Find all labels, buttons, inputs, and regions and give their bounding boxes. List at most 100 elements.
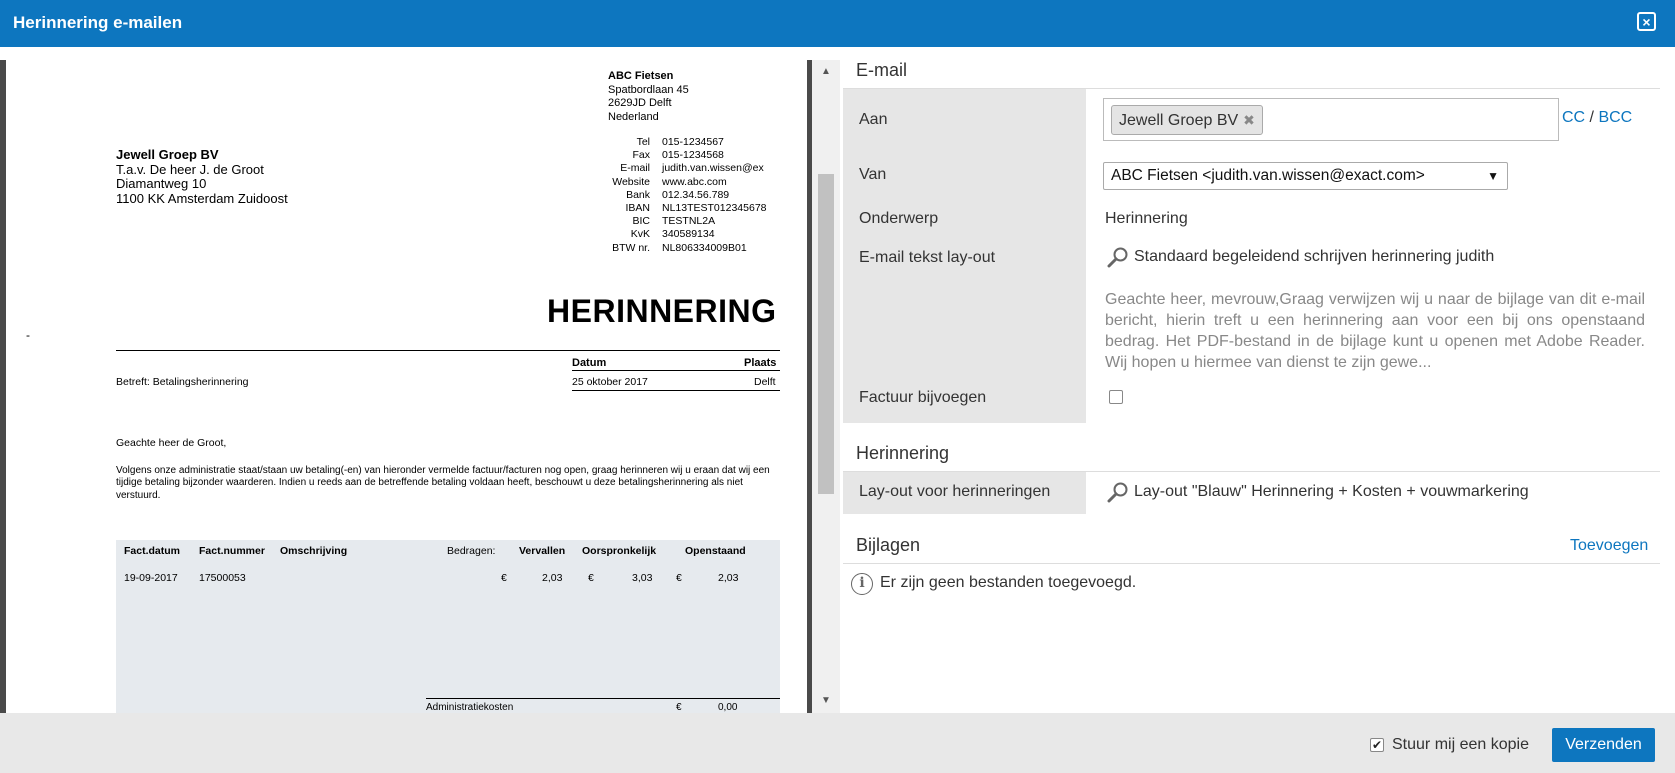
contact-value: 015-1234568 [662, 149, 724, 162]
scroll-thumb[interactable] [818, 174, 834, 494]
contact-label: Website [612, 175, 650, 188]
sender-select[interactable]: ABC Fietsen <judith.van.wissen@exact.com… [1103, 162, 1508, 190]
section-divider [843, 563, 1660, 564]
company-contact-block: Tel 015-1234567 Fax 015-1234568 E-mail judi… [596, 136, 767, 255]
salutation: Geachte heer de Groot, [116, 437, 227, 449]
send-button[interactable]: Verzenden [1552, 728, 1655, 762]
table-cell: 2,03 [542, 572, 563, 584]
contact-label: KvK [630, 228, 650, 241]
reminder-layout-label: Lay-out voor herinneringen [859, 483, 1051, 500]
contact-row: Website www.abc.com [596, 176, 767, 189]
divider [116, 350, 780, 351]
admin-costs-currency: € [676, 702, 682, 713]
recipient-attn: T.a.v. De heer J. de Groot [116, 161, 264, 177]
bcc-link[interactable]: BCC [1598, 109, 1632, 126]
divider [572, 370, 780, 371]
herinnering-section-title: Herinnering [856, 443, 950, 463]
scroll-down-icon[interactable]: ▼ [820, 695, 832, 707]
document-title: HERINNERING [547, 293, 777, 329]
letter-body: Volgens onze administratie staat/staan u… [116, 465, 770, 501]
table-cell: 19-09-2017 [124, 572, 178, 584]
company-country: Nederland [608, 110, 659, 123]
search-icon[interactable] [1107, 481, 1129, 503]
recipient-city: 1100 KK Amsterdam Zuidoost [116, 190, 288, 206]
scroll-up-icon[interactable]: ▲ [820, 66, 832, 78]
company-name: ABC Fietsen [608, 70, 674, 82]
contact-row: E-mail judith.van.wissen@ex [596, 162, 767, 175]
table-header: Bedragen: [447, 545, 496, 557]
contact-label: Tel [636, 136, 650, 148]
divider [426, 698, 780, 699]
admin-costs-value: 0,00 [718, 702, 738, 713]
recipient-street: Diamantweg 10 [116, 176, 207, 191]
send-copy-label[interactable]: Stuur mij een kopie [1392, 736, 1529, 754]
cc-link[interactable]: CC [1562, 109, 1585, 126]
attach-invoice-checkbox[interactable] [1109, 390, 1123, 404]
remove-recipient-icon[interactable]: ✖ [1243, 112, 1255, 128]
company-city: 2629JD Delft [608, 97, 672, 109]
admin-costs-label: Administratiekosten [426, 702, 514, 713]
contact-value: 015-1234567 [662, 136, 724, 148]
table-cell: € [588, 572, 594, 584]
contact-value: www.abc.com [662, 175, 727, 188]
contact-row: Bank 012.34.56.789 [596, 189, 767, 202]
table-cell: 3,03 [632, 572, 653, 584]
van-label: Van [859, 166, 887, 183]
reminder-layout-link[interactable]: Lay-out "Blauw" Herinnering + Kosten + v… [1134, 483, 1529, 501]
contact-label: BTW nr. [612, 241, 650, 254]
contact-row: IBAN NL13TEST012345678 [596, 202, 767, 215]
table-header: Vervallen [519, 545, 566, 557]
document-page: ABC Fietsen Spatbordlaan 45 2629JD Delft… [6, 60, 807, 713]
recipient-address: Jewell Groep BV T.a.v. De heer J. de Gro… [116, 147, 288, 206]
datum-value: 25 oktober 2017 [572, 376, 648, 388]
contact-label: BIC [632, 215, 650, 228]
contact-row: BIC TESTNL2A [596, 215, 767, 228]
email-text-preview: Geachte heer, mevrouw,Graag verwijzen wi… [1105, 291, 1645, 371]
contact-value: 012.34.56.789 [662, 188, 730, 201]
table-cell: 2,03 [718, 572, 739, 584]
dropdown-arrow-icon: ▼ [1487, 169, 1499, 183]
add-attachment-link[interactable]: Toevoegen [1570, 537, 1648, 555]
subject-value: Herinnering [1105, 210, 1188, 227]
table-header: Oorspronkelijk [582, 545, 657, 557]
email-section-title: E-mail [856, 60, 908, 80]
recipient-chip-label: Jewell Groep BV [1119, 112, 1239, 129]
contact-value: TESTNL2A [662, 215, 716, 228]
contact-value: NL806334009B01 [662, 241, 747, 254]
aan-label: Aan [859, 111, 888, 128]
table-cell: € [676, 572, 682, 584]
document-preview: ABC Fietsen Spatbordlaan 45 2629JD Delft… [0, 60, 840, 713]
recipient-field[interactable]: Jewell Groep BV ✖ [1103, 98, 1559, 141]
divider [572, 390, 780, 391]
close-icon[interactable]: × [1637, 12, 1656, 31]
table-header: Fact.nummer [199, 545, 265, 557]
table-header: Fact.datum [124, 545, 181, 557]
table-cell: € [501, 572, 507, 584]
email-layout-link[interactable]: Standaard begeleidend schrijven herinner… [1134, 248, 1494, 266]
contact-label: Fax [632, 149, 650, 162]
attachments-section-title: Bijlagen [856, 535, 921, 555]
factuur-label: Factuur bijvoegen [859, 389, 987, 406]
recipient-chip[interactable]: Jewell Groep BV ✖ [1111, 105, 1263, 135]
send-copy-checkbox[interactable]: ✔ [1370, 738, 1384, 752]
company-address: ABC Fietsen Spatbordlaan 45 2629JD Delft… [608, 70, 689, 124]
dialog-title: Herinnering e-mailen [13, 13, 183, 32]
no-attachments-text: Er zijn geen bestanden toegevoegd. [880, 574, 1137, 591]
contact-row: KvK 340589134 [596, 228, 767, 241]
search-icon[interactable] [1107, 246, 1129, 268]
contact-value: NL13TEST012345678 [662, 202, 767, 215]
contact-row: Fax 015-1234568 [596, 149, 767, 162]
datum-label: Datum [572, 357, 607, 369]
invoice-table [116, 540, 780, 713]
contact-row: Tel 015-1234567 [596, 136, 767, 149]
contact-value: 340589134 [662, 228, 715, 241]
subject-line: Betreft: Betalingsherinnering [116, 376, 249, 388]
table-header: Omschrijving [280, 545, 348, 557]
cc-bcc-links: CC / BCC [1562, 109, 1632, 127]
contact-label: Bank [626, 188, 650, 201]
preview-scrollbar[interactable]: ▲ ▼ [812, 60, 840, 713]
contact-label: IBAN [625, 202, 650, 215]
recipient-name: Jewell Groep BV [116, 147, 219, 162]
table-header: Openstaand [685, 545, 746, 557]
sender-select-value: ABC Fietsen <judith.van.wissen@exact.com… [1111, 167, 1425, 184]
